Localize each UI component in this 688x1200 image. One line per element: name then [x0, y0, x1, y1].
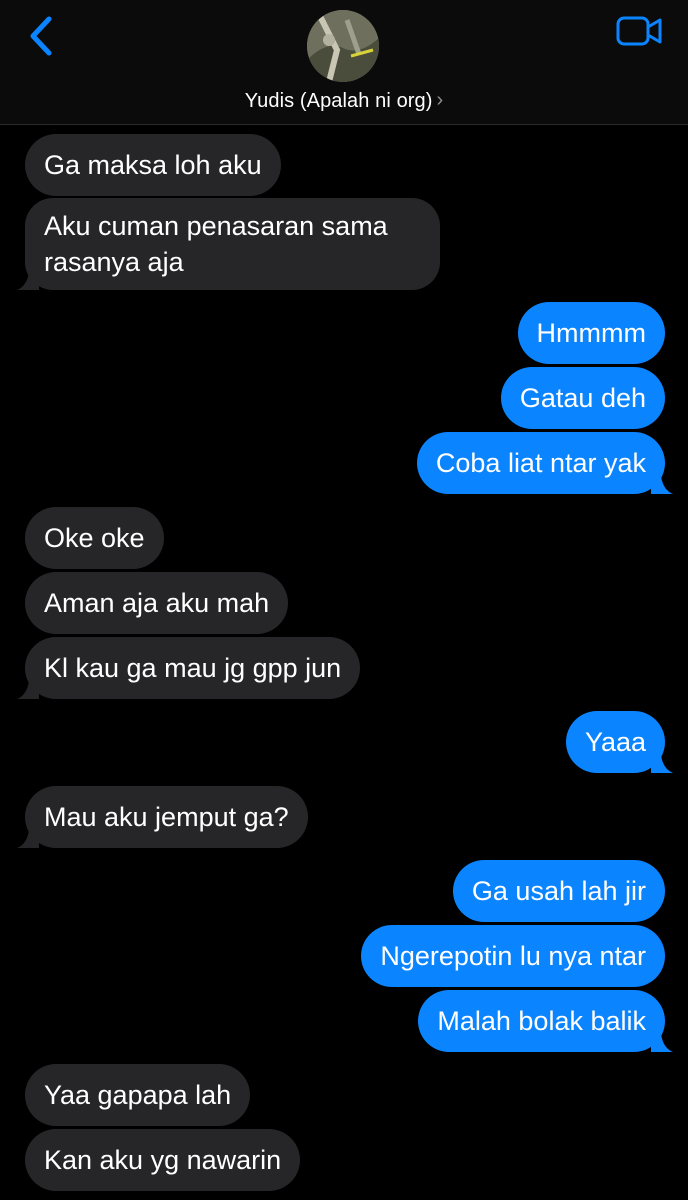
chevron-left-icon	[30, 16, 52, 56]
incoming-message[interactable]: Yaa gapapa lah	[25, 1064, 251, 1126]
bubble-tail	[651, 472, 673, 494]
message-text: Yaaa	[584, 727, 646, 757]
message-text: Gatau deh	[519, 383, 646, 413]
contact-name: Yudis (Apalah ni org)	[244, 90, 433, 112]
incoming-message[interactable]: Kan aku yg nawarin	[25, 1129, 301, 1191]
message-text: Yaa gapapa lah	[44, 1080, 232, 1110]
outgoing-message[interactable]: Coba liat ntar yak	[416, 432, 673, 494]
incoming-message[interactable]: Oke oke	[25, 507, 164, 569]
message-text: Malah bolak balik	[437, 1006, 646, 1036]
conversation-header: Yudis (Apalah ni org) ›	[0, 0, 688, 125]
bubble-tail	[17, 268, 39, 290]
bubble-tail	[17, 826, 39, 848]
incoming-message[interactable]: Kl kau ga mau jg gpp jun	[17, 637, 361, 699]
bubble-tail	[651, 1030, 673, 1052]
message-text: Mau aku jemput ga?	[44, 802, 289, 832]
back-button[interactable]	[18, 10, 62, 62]
outgoing-message[interactable]: Hmmmm	[517, 302, 665, 364]
avatar-image	[307, 10, 379, 82]
outgoing-message[interactable]: Gatau deh	[500, 367, 665, 429]
message-text: Ga usah lah jir	[471, 876, 646, 906]
video-call-button[interactable]	[616, 14, 664, 48]
contact-avatar[interactable]	[307, 10, 379, 82]
contact-name-button[interactable]: Yudis (Apalah ni org) ›	[0, 89, 688, 113]
message-text: Kan aku yg nawarin	[44, 1145, 282, 1175]
chat-screen: Yudis (Apalah ni org) › Ga maksa loh aku …	[0, 0, 688, 1200]
outgoing-message[interactable]: Yaaa	[565, 711, 673, 773]
message-text: Ga maksa loh aku	[44, 150, 262, 180]
message-text: Oke oke	[44, 523, 145, 553]
incoming-message[interactable]: Aman aja aku mah	[25, 572, 289, 634]
video-camera-icon	[616, 16, 662, 46]
message-text: Hmmmm	[536, 318, 646, 348]
message-text: Coba liat ntar yak	[435, 448, 646, 478]
outgoing-message[interactable]: Malah bolak balik	[418, 990, 673, 1052]
chevron-right-icon: ›	[436, 89, 444, 111]
message-text: Aku cuman penasaran sama rasanya aja	[44, 211, 388, 277]
outgoing-message[interactable]: Ga usah lah jir	[452, 860, 665, 922]
message-text: Aman aja aku mah	[44, 588, 270, 618]
message-text: Ngerepotin lu nya ntar	[380, 941, 646, 971]
incoming-message[interactable]: Aku cuman penasaran sama rasanya aja	[17, 198, 440, 290]
incoming-message[interactable]: Mau aku jemput ga?	[17, 786, 308, 848]
bubble-tail	[17, 677, 39, 699]
outgoing-message[interactable]: Ngerepotin lu nya ntar	[361, 925, 665, 987]
incoming-message[interactable]: Ga maksa loh aku	[25, 134, 281, 196]
message-text: Kl kau ga mau jg gpp jun	[44, 653, 342, 683]
bubble-tail	[651, 751, 673, 773]
